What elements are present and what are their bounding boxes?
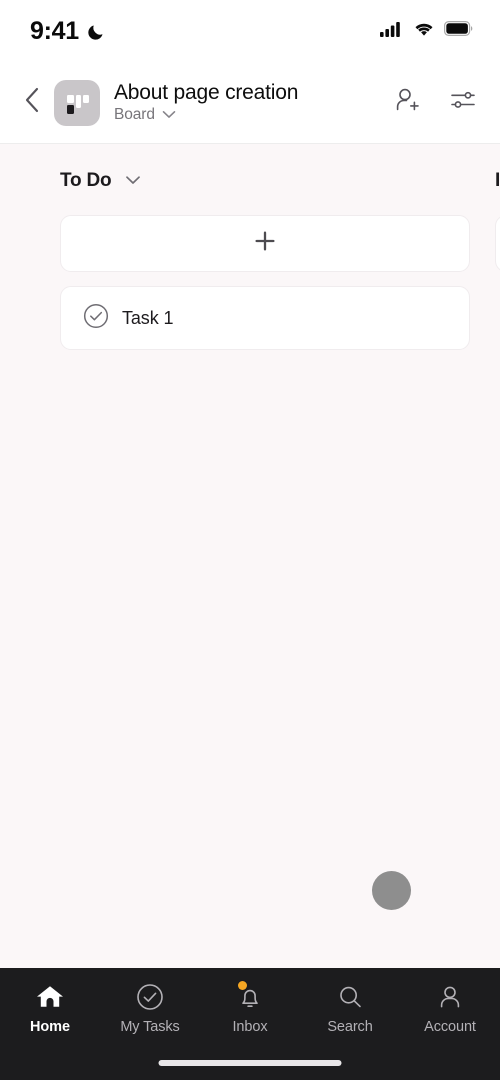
battery-full-icon: [444, 21, 474, 41]
tab-inbox[interactable]: Inbox: [202, 981, 298, 1035]
tab-label: Search: [327, 1019, 373, 1035]
tab-label: Home: [30, 1019, 70, 1035]
plus-icon: [253, 229, 277, 258]
chevron-down-icon: [162, 106, 176, 124]
status-time: 9:41: [30, 16, 79, 45]
tab-search[interactable]: Search: [302, 982, 398, 1035]
wifi-icon: [413, 21, 435, 42]
circle-check-icon: [136, 982, 164, 1012]
task-card[interactable]: Task 1: [60, 286, 470, 350]
tab-label: Inbox: [232, 1019, 268, 1035]
filter-button[interactable]: [448, 88, 478, 118]
column-header[interactable]: In Progress: [495, 166, 500, 196]
inbox-badge-dot: [238, 981, 247, 990]
header-text-block: About page creation Board: [114, 81, 382, 124]
status-bar-right: [380, 21, 474, 42]
board-type-selector[interactable]: Board: [114, 106, 382, 124]
circle-check-icon[interactable]: [83, 303, 109, 334]
person-icon: [436, 982, 464, 1012]
phone-screen: 9:41 About page creation Board To Do Tas…: [0, 0, 500, 1080]
add-task-card[interactable]: [60, 215, 470, 272]
tab-home[interactable]: Home: [2, 982, 98, 1035]
column-title: In Progress: [495, 170, 500, 191]
tab-my-tasks[interactable]: My Tasks: [102, 982, 198, 1035]
filter-sliders-icon: [448, 85, 478, 120]
board-column-in-progress: In Progress: [495, 166, 500, 286]
back-button[interactable]: [12, 83, 52, 123]
header-actions: [392, 88, 478, 118]
app-header: About page creation Board: [0, 62, 500, 144]
column-title: To Do: [60, 170, 112, 191]
cellular-signal-icon: [380, 21, 404, 42]
column-header[interactable]: To Do: [60, 166, 470, 196]
board-columns: To Do Task 1 I: [0, 144, 500, 350]
status-bar-left: 9:41: [30, 17, 106, 46]
status-bar: 9:41: [0, 0, 500, 62]
chevron-left-icon: [24, 87, 41, 118]
add-member-button[interactable]: [392, 88, 422, 118]
person-add-icon: [392, 85, 422, 120]
bottom-tab-bar: Home My Tasks Inbox Search Account: [0, 968, 500, 1080]
board-canvas[interactable]: To Do Task 1 I: [0, 144, 500, 968]
chevron-down-icon: [125, 172, 141, 190]
search-icon: [336, 982, 364, 1012]
tab-account[interactable]: Account: [402, 982, 498, 1035]
task-title: Task 1: [122, 307, 174, 328]
home-indicator[interactable]: [158, 1060, 342, 1066]
board-column-to-do: To Do Task 1: [60, 166, 470, 350]
tab-label: My Tasks: [120, 1019, 180, 1035]
home-icon: [35, 982, 65, 1012]
add-task-card[interactable]: [495, 215, 500, 272]
board-type-label: Board: [114, 106, 155, 124]
crescent-moon-icon: [87, 22, 106, 41]
bell-icon: [236, 981, 264, 1012]
board-thumbnail-icon[interactable]: [54, 79, 100, 126]
tab-label: Account: [424, 1019, 476, 1035]
cursor-indicator: [372, 871, 411, 910]
page-title: About page creation: [114, 80, 299, 104]
